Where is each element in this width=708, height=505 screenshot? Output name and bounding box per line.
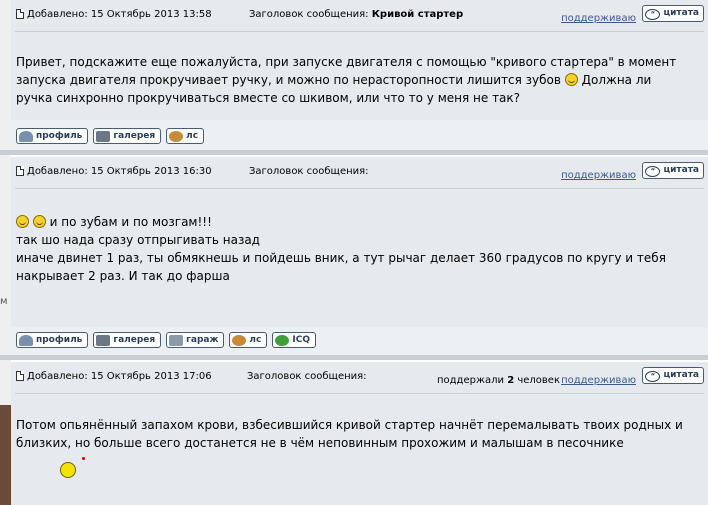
subject-title: Кривой стартер	[371, 9, 464, 20]
quote-icon: “	[645, 371, 661, 382]
document-icon	[16, 166, 24, 176]
profile-icon	[19, 130, 33, 142]
subject-label: Заголовок сообщения:	[249, 166, 369, 177]
support-link[interactable]: поддерживаю	[561, 13, 636, 24]
post-1: Добавлено: 15 Октябрь 2013 13:58 Заголов…	[11, 0, 708, 120]
users-icon	[169, 130, 184, 142]
post-divider	[0, 355, 708, 360]
post-date: Добавлено: 15 Октябрь 2013 16:30	[27, 166, 212, 177]
subject-label: Заголовок сообщения:	[247, 371, 367, 382]
pacman-smiley-icon	[60, 462, 76, 478]
users-icon	[232, 334, 247, 346]
post-body: и по зубам и по мозгам!!! так шо нада ср…	[16, 215, 666, 283]
quote-button[interactable]: “цитата	[642, 5, 704, 22]
profile-icon	[19, 334, 33, 346]
post-3: Добавлено: 15 Октябрь 2013 17:06 Заголов…	[11, 362, 708, 505]
left-avatar-fragment	[0, 405, 11, 505]
post-1-footer: профиль галерея лс	[11, 120, 708, 150]
post-2-footer: профиль галерея гараж лс ICQ	[11, 327, 708, 355]
quote-icon: “	[645, 166, 661, 177]
quote-button[interactable]: “цитата	[642, 162, 704, 179]
camera-icon	[96, 334, 111, 346]
smiley-icon	[564, 73, 578, 86]
post-header: Добавлено: 15 Октябрь 2013 16:30 Заголов…	[11, 157, 708, 187]
header-divider	[15, 393, 704, 394]
post-body: Привет, подскажите еще пожалуйста, при з…	[16, 55, 677, 105]
gallery-button[interactable]: галерея	[93, 128, 162, 144]
red-dot-icon	[82, 457, 85, 460]
profile-button[interactable]: профиль	[16, 128, 89, 144]
post-body: Потом опьянённый запахом крови, взбесивш…	[16, 418, 683, 450]
subject-label: Заголовок сообщения:	[249, 9, 369, 20]
icq-flower-icon	[275, 334, 290, 346]
quote-button[interactable]: “цитата	[642, 367, 704, 384]
gallery-button[interactable]: галерея	[93, 332, 162, 348]
smiley-icon	[16, 215, 29, 228]
post-header: Добавлено: 15 Октябрь 2013 17:06 Заголов…	[11, 362, 708, 392]
camera-icon	[96, 130, 111, 142]
icq-button[interactable]: ICQ	[272, 332, 316, 348]
document-icon	[16, 371, 24, 381]
profile-button[interactable]: профиль	[16, 332, 89, 348]
header-divider	[15, 188, 704, 189]
smiley-icon	[32, 215, 46, 228]
wrench-icon	[169, 334, 184, 346]
pm-button[interactable]: лс	[229, 332, 268, 348]
post-header: Добавлено: 15 Октябрь 2013 13:58 Заголов…	[11, 0, 708, 30]
support-link[interactable]: поддерживаю	[561, 170, 636, 181]
quote-icon: “	[645, 9, 661, 20]
support-link[interactable]: поддерживаю	[561, 375, 636, 386]
pm-button[interactable]: лс	[166, 128, 205, 144]
post-2: Добавлено: 15 Октябрь 2013 16:30 Заголов…	[11, 157, 708, 327]
garage-button[interactable]: гараж	[166, 332, 225, 348]
post-date: Добавлено: 15 Октябрь 2013 13:58	[27, 9, 212, 20]
document-icon	[16, 9, 24, 19]
header-divider	[15, 31, 704, 32]
support-count: поддержали 2 человек	[436, 375, 560, 386]
left-fragment: м	[0, 296, 8, 307]
post-date: Добавлено: 15 Октябрь 2013 17:06	[27, 371, 212, 382]
post-divider	[0, 150, 708, 155]
